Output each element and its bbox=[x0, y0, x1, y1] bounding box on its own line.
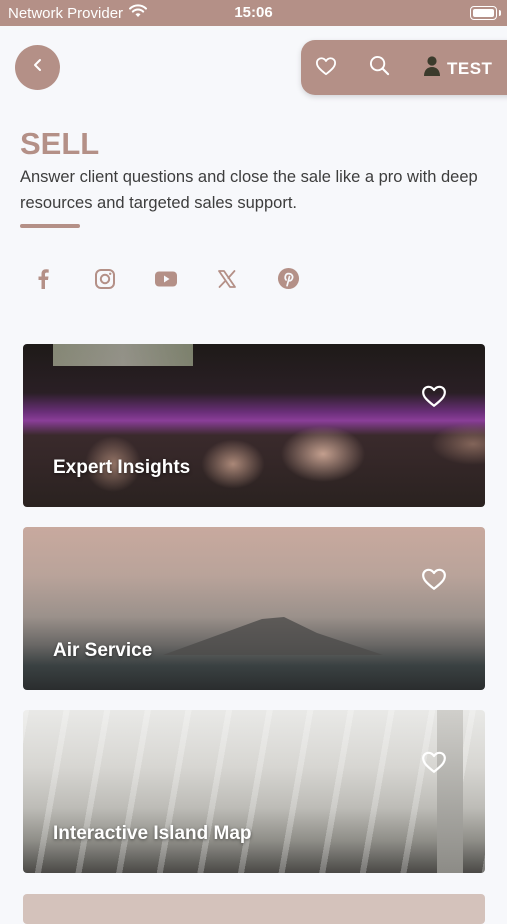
youtube-icon bbox=[154, 270, 178, 293]
battery-icon bbox=[470, 6, 497, 20]
instagram-icon bbox=[94, 268, 116, 295]
heart-icon bbox=[421, 385, 447, 412]
card-favorite-button[interactable] bbox=[421, 750, 447, 774]
heart-icon bbox=[421, 751, 447, 778]
card-title: Interactive Island Map bbox=[53, 823, 252, 844]
card-interactive-island-map[interactable]: Interactive Island Map bbox=[23, 710, 485, 873]
youtube-link[interactable] bbox=[153, 268, 179, 294]
back-button[interactable] bbox=[15, 45, 60, 90]
facebook-icon bbox=[36, 268, 50, 295]
x-icon bbox=[217, 269, 237, 294]
heart-icon bbox=[315, 56, 337, 81]
card-expert-insights[interactable]: Expert Insights bbox=[23, 344, 485, 507]
user-label: TEST bbox=[447, 58, 493, 78]
instagram-link[interactable] bbox=[92, 268, 118, 294]
card-image bbox=[23, 344, 485, 507]
x-link[interactable] bbox=[214, 268, 240, 294]
facebook-link[interactable] bbox=[30, 268, 56, 294]
card-image bbox=[23, 527, 485, 690]
card-image-post bbox=[437, 710, 463, 873]
page-description: Answer client questions and close the sa… bbox=[20, 168, 478, 212]
card-image bbox=[23, 710, 485, 873]
card-title: Air Service bbox=[53, 640, 153, 661]
card-air-service[interactable]: Air Service bbox=[23, 527, 485, 690]
clock: 15:06 bbox=[234, 4, 273, 21]
pinterest-link[interactable] bbox=[275, 267, 301, 295]
card-favorite-button[interactable] bbox=[421, 567, 447, 591]
title-divider bbox=[20, 224, 80, 228]
search-icon bbox=[369, 55, 390, 81]
card-title: Expert Insights bbox=[53, 457, 191, 478]
page-title: SELL bbox=[20, 126, 100, 161]
favorites-button[interactable] bbox=[314, 56, 338, 80]
search-button[interactable] bbox=[367, 55, 391, 81]
header-actions: TEST bbox=[301, 40, 507, 95]
user-button[interactable]: TEST bbox=[423, 55, 492, 82]
status-bar: Network Provider 15:06 bbox=[0, 0, 507, 26]
pinterest-icon bbox=[277, 267, 300, 295]
heart-icon bbox=[421, 568, 447, 595]
card-favorite-button[interactable] bbox=[421, 384, 447, 408]
card-partial[interactable] bbox=[23, 894, 485, 924]
chevron-left-icon bbox=[32, 57, 44, 78]
card-image-lights bbox=[53, 344, 193, 366]
user-icon bbox=[423, 55, 441, 82]
